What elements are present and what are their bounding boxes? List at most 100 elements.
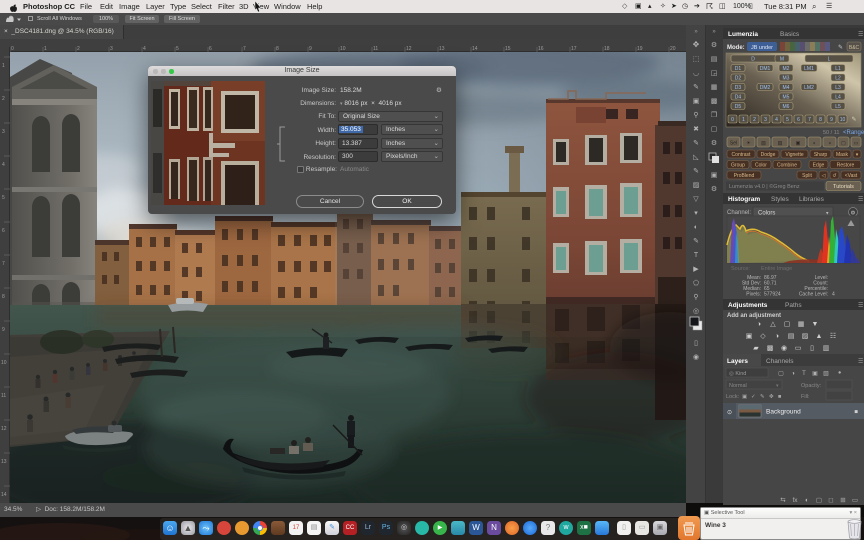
svg-text:⚙: ⚙ bbox=[711, 139, 717, 147]
svg-text:Sharp: Sharp bbox=[814, 152, 828, 158]
svg-text:▾: ▾ bbox=[694, 210, 698, 217]
svg-text:2: 2 bbox=[753, 117, 756, 123]
svg-text:◡: ◡ bbox=[693, 70, 699, 77]
svg-text:19: 19 bbox=[637, 46, 643, 52]
svg-text:▣: ▣ bbox=[746, 333, 753, 340]
svg-text:Libraries: Libraries bbox=[799, 196, 825, 203]
svg-text:▭: ▭ bbox=[795, 345, 802, 352]
svg-text:1: 1 bbox=[742, 117, 745, 123]
svg-text:✎: ✎ bbox=[838, 44, 843, 51]
svg-text:◉: ◉ bbox=[693, 354, 699, 361]
svg-text:◇: ◇ bbox=[760, 333, 766, 340]
svg-text:☀: ☀ bbox=[746, 141, 751, 147]
svg-text:◑: ◑ bbox=[757, 321, 761, 328]
svg-text:9: 9 bbox=[2, 327, 5, 333]
svg-text:▭: ▭ bbox=[852, 497, 858, 504]
svg-text:Background: Background bbox=[766, 409, 801, 416]
svg-text:14: 14 bbox=[1, 492, 7, 498]
svg-text:10: 10 bbox=[840, 117, 846, 123]
svg-text:✎: ✎ bbox=[693, 238, 699, 245]
svg-text:Fill:: Fill: bbox=[801, 394, 810, 400]
svg-text:D1: D1 bbox=[735, 66, 742, 72]
svg-text:△: △ bbox=[770, 321, 776, 328]
svg-text:◉: ◉ bbox=[781, 345, 787, 352]
svg-text:☰: ☰ bbox=[858, 196, 863, 203]
svg-text:▥: ▥ bbox=[823, 345, 830, 352]
svg-text:▢: ▢ bbox=[778, 371, 784, 377]
svg-text:3: 3 bbox=[2, 129, 5, 135]
svg-text:M: M bbox=[780, 57, 784, 63]
svg-text:14: 14 bbox=[472, 46, 478, 52]
svg-text:Histogram: Histogram bbox=[728, 196, 760, 203]
svg-text:◎: ◎ bbox=[693, 308, 699, 315]
svg-text:LM1: LM1 bbox=[804, 66, 814, 72]
svg-text:T: T bbox=[694, 252, 699, 259]
svg-text:Vignette: Vignette bbox=[785, 152, 803, 158]
svg-text:4: 4 bbox=[143, 46, 146, 52]
svg-text:Sel: Sel bbox=[730, 141, 737, 147]
svg-text:⚙: ⚙ bbox=[851, 210, 856, 217]
svg-text:■: ■ bbox=[778, 394, 781, 400]
svg-text:▦: ▦ bbox=[711, 84, 718, 91]
svg-text:✎: ✎ bbox=[693, 84, 699, 91]
svg-text:Opacity:: Opacity: bbox=[801, 383, 822, 389]
svg-text:3: 3 bbox=[110, 46, 113, 52]
svg-text:Channels: Channels bbox=[766, 358, 794, 365]
svg-text:▣: ▣ bbox=[711, 172, 718, 179]
svg-text:5: 5 bbox=[2, 195, 5, 201]
svg-text:Styles: Styles bbox=[771, 196, 789, 203]
svg-text:↺: ↺ bbox=[832, 173, 836, 179]
svg-text:fx: fx bbox=[792, 497, 798, 504]
svg-text:▯: ▯ bbox=[810, 345, 814, 352]
svg-text:Lumenzia: Lumenzia bbox=[728, 31, 758, 38]
svg-text:◁: ◁ bbox=[822, 173, 826, 179]
svg-text:12: 12 bbox=[1, 426, 7, 432]
svg-text:▰: ▰ bbox=[753, 345, 759, 352]
svg-text:▯: ▯ bbox=[694, 340, 698, 347]
svg-text:LM2: LM2 bbox=[804, 85, 814, 91]
svg-text:17: 17 bbox=[571, 46, 577, 52]
svg-text:Layers: Layers bbox=[727, 358, 748, 365]
svg-text:▨: ▨ bbox=[802, 333, 809, 340]
svg-text:⇆: ⇆ bbox=[780, 497, 786, 504]
svg-text:7: 7 bbox=[2, 261, 5, 267]
svg-text:0: 0 bbox=[11, 46, 14, 52]
svg-text:<Vast: <Vast bbox=[845, 173, 858, 179]
svg-text:Contrast: Contrast bbox=[732, 152, 752, 158]
svg-text:◺: ◺ bbox=[693, 154, 699, 161]
svg-text:⊞: ⊞ bbox=[840, 497, 846, 504]
svg-text:Edge: Edge bbox=[813, 163, 825, 169]
svg-text:ProBlend: ProBlend bbox=[734, 173, 755, 179]
svg-text:✎: ✎ bbox=[693, 140, 699, 147]
svg-text:◻: ◻ bbox=[828, 497, 834, 504]
svg-text:Restore: Restore bbox=[837, 163, 855, 169]
svg-text:15: 15 bbox=[505, 46, 511, 52]
svg-text:▣: ▣ bbox=[796, 141, 801, 147]
svg-text:▢: ▢ bbox=[841, 141, 846, 147]
svg-text:M6: M6 bbox=[783, 104, 790, 110]
svg-text:20: 20 bbox=[670, 46, 676, 52]
svg-text:☰: ☰ bbox=[858, 302, 863, 309]
svg-text:JB under: JB under bbox=[751, 45, 773, 51]
svg-text:⚙: ⚙ bbox=[711, 41, 717, 49]
svg-text:B&C: B&C bbox=[849, 45, 860, 51]
svg-text:4: 4 bbox=[832, 292, 835, 298]
svg-text:▨: ▨ bbox=[693, 182, 700, 189]
svg-text:9: 9 bbox=[830, 117, 833, 123]
svg-text:9: 9 bbox=[309, 46, 312, 52]
svg-text:▢: ▢ bbox=[784, 321, 791, 328]
svg-text:50 / 11: 50 / 11 bbox=[823, 130, 839, 136]
svg-text:✥: ✥ bbox=[769, 393, 774, 400]
svg-text:7: 7 bbox=[243, 46, 246, 52]
svg-text:⬚: ⬚ bbox=[693, 56, 700, 63]
svg-text:Entire Image: Entire Image bbox=[761, 266, 792, 272]
svg-text:13: 13 bbox=[1, 459, 7, 465]
svg-text:◑: ◑ bbox=[791, 371, 795, 377]
svg-text:7: 7 bbox=[808, 117, 811, 123]
svg-text:Tutorials: Tutorials bbox=[833, 184, 854, 190]
svg-text:▣: ▣ bbox=[693, 98, 700, 105]
svg-text:⬠: ⬠ bbox=[693, 279, 699, 287]
svg-text:◲: ◲ bbox=[711, 70, 718, 77]
svg-text:L4: L4 bbox=[835, 95, 841, 101]
svg-text:▤: ▤ bbox=[788, 333, 795, 340]
